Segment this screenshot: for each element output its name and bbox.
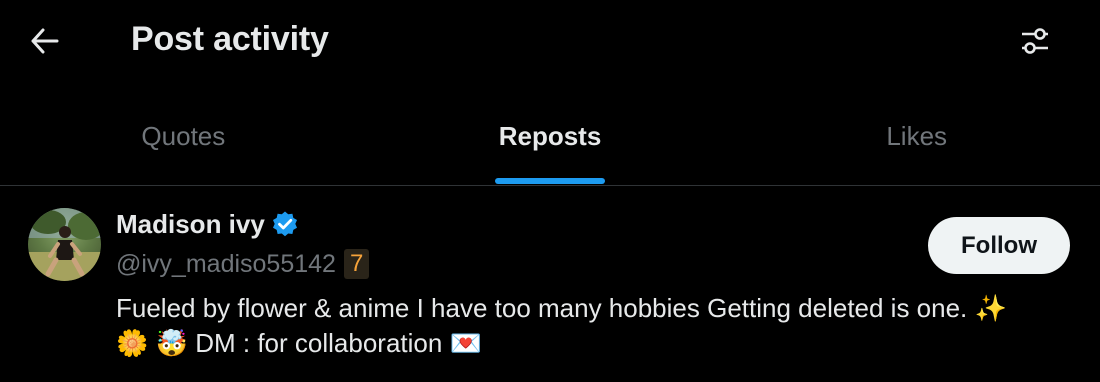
- love-letter-icon: 💌: [449, 328, 482, 358]
- verified-badge-icon: [272, 211, 297, 237]
- arrow-left-icon: [31, 28, 59, 54]
- avatar-photo-icon: [28, 208, 101, 281]
- user-cell[interactable]: Madison ivy @ivy_madiso55142 7 Fueled by…: [0, 186, 1100, 382]
- avatar[interactable]: [28, 208, 101, 281]
- active-tab-indicator: [495, 178, 605, 184]
- tab-quotes[interactable]: Quotes: [0, 96, 367, 186]
- tab-likes-label: Likes: [886, 121, 948, 151]
- page-title: Post activity: [131, 20, 329, 58]
- tab-quotes-label: Quotes: [141, 121, 226, 151]
- tab-reposts-label: Reposts: [498, 121, 602, 151]
- user-handle[interactable]: @ivy_madiso55142: [116, 249, 336, 279]
- handle-line: @ivy_madiso55142 7: [116, 249, 370, 279]
- follow-button[interactable]: Follow: [928, 217, 1070, 274]
- sliders-icon: [1022, 28, 1048, 54]
- bio-text: Fueled by flower & anime I have too many…: [116, 293, 968, 323]
- tab-reposts[interactable]: Reposts: [367, 96, 734, 186]
- name-line: Madison ivy: [116, 208, 299, 240]
- tab-bar: Quotes Reposts Likes: [0, 96, 1100, 186]
- user-bio: Fueled by flower & anime I have too many…: [116, 291, 1016, 361]
- bio-text-2: DM : for collaboration: [195, 328, 443, 358]
- header: Post activity: [0, 0, 1100, 80]
- tab-likes[interactable]: Likes: [733, 96, 1100, 186]
- user-name[interactable]: Madison ivy: [116, 208, 265, 240]
- filter-button[interactable]: [1012, 18, 1058, 64]
- back-button[interactable]: [22, 18, 68, 64]
- affiliate-badge: 7: [343, 249, 370, 279]
